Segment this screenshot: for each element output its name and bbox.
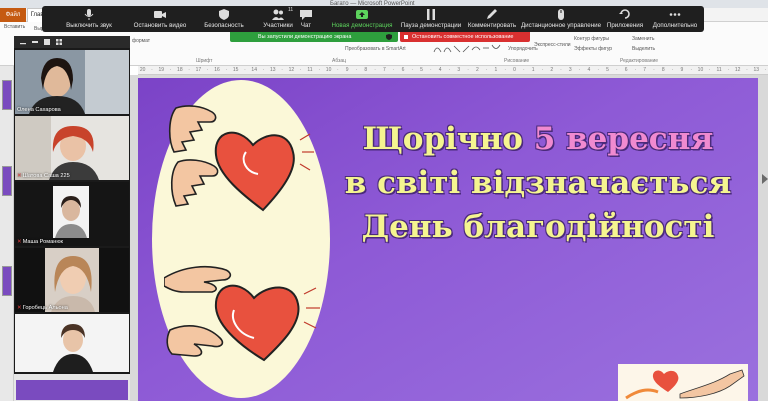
chat-icon — [300, 10, 312, 20]
horizontal-ruler: 20 · 19 · 18 · 17 · 16 · 15 · 14 · 13 · 12 · 11 · 10 · 9 · 8 · 7 · 6… — [138, 66, 768, 75]
slide-thumbnails-pane — [0, 66, 14, 401]
participant-video-tile[interactable]: ✕Маша Романюк — [15, 182, 129, 246]
apps-icon — [619, 9, 630, 19]
participant-video-tile[interactable]: ✕Шатова Саша 225 — [15, 116, 129, 180]
paragraph-group-label: Абзац — [332, 58, 347, 64]
sharing-status-banner: Вы запустили демонстрацию экрана — [230, 32, 398, 42]
participants-video-panel: Олена Сахарова ✕Шатова Саша 225 ✕Маша Ро… — [14, 36, 130, 374]
shapes-gallery-icon[interactable] — [432, 42, 502, 54]
slide-title-line-2: в світі відзначається — [344, 165, 732, 201]
video-camera-icon — [154, 11, 166, 18]
quick-styles-button[interactable]: Экспресс-стили — [534, 42, 571, 48]
single-view-icon[interactable] — [32, 39, 38, 45]
hands-heart-bottom-icon — [164, 265, 320, 362]
microphone-icon — [84, 9, 94, 20]
format-button[interactable]: формат — [132, 38, 150, 44]
slide-thumbnail-strip — [14, 374, 130, 401]
participants-icon — [272, 9, 284, 20]
stop-share-button[interactable]: Остановить совместное использование — [400, 32, 530, 42]
corner-illustration — [618, 364, 748, 401]
participant-video-tile[interactable]: ✕Горобець Альона — [15, 248, 129, 312]
more-dots-icon — [669, 13, 681, 16]
shape-effects-button[interactable]: Эффекты фигур — [574, 46, 612, 52]
strip-view-icon[interactable] — [44, 39, 50, 45]
participant-video — [15, 314, 129, 372]
slide-thumbnail[interactable] — [16, 380, 128, 400]
slide-scroll-arrow-icon[interactable] — [762, 174, 768, 184]
participant-name: ✕Горобець Альона — [17, 305, 68, 311]
participant-name: Олена Сахарова — [17, 107, 61, 113]
security-button[interactable]: Безопасность — [196, 6, 252, 32]
participant-name: ✕Шатова Саша 225 — [17, 173, 70, 179]
tab-file[interactable]: Файл — [0, 8, 26, 22]
stop-icon — [404, 35, 408, 39]
participant-video — [15, 248, 129, 312]
hands-heart-top-icon — [168, 105, 314, 212]
drawing-group-label: Рисование — [504, 58, 530, 64]
pause-icon — [427, 9, 435, 20]
slide-thumbnail[interactable] — [2, 266, 12, 296]
minimize-icon[interactable] — [20, 39, 26, 45]
stop-video-button[interactable]: Остановить видео — [126, 6, 194, 32]
slide-title-part-a: Щорічно — [362, 121, 534, 157]
participant-video — [15, 182, 129, 246]
grid-view-icon[interactable] — [56, 39, 62, 45]
new-share-button[interactable]: Новая демонстрация — [326, 6, 398, 32]
slide-title-line-3: День благодійності — [361, 209, 715, 245]
shield-icon — [219, 9, 229, 20]
annotate-button[interactable]: Комментировать — [462, 6, 522, 32]
hand-heart-corner-icon — [625, 369, 745, 400]
participant-video — [15, 116, 129, 180]
share-screen-icon — [356, 10, 368, 19]
zoom-meeting-toolbar: Выключить звук Остановить видео Безопасн… — [42, 6, 704, 32]
participant-name: ✕Маша Романюк — [17, 239, 63, 245]
slide-title-line-1: Щорічно 5 вересня — [318, 120, 758, 158]
chat-button[interactable]: Чат — [288, 6, 324, 32]
slide-thumbnail[interactable] — [2, 80, 12, 110]
replace-button[interactable]: Заменить — [632, 36, 654, 42]
slide-title-date: 5 вересня — [533, 121, 714, 157]
video-panel-header — [14, 36, 130, 48]
mute-button[interactable]: Выключить звук — [56, 6, 122, 32]
shape-outline-button[interactable]: Контур фигуры — [574, 36, 609, 42]
participant-video-tile[interactable]: Олена Сахарова — [15, 50, 129, 114]
more-button[interactable]: Дополнительно — [648, 6, 702, 32]
shield-icon — [386, 34, 392, 40]
participant-video — [15, 50, 129, 114]
muted-mic-icon: ✕ — [17, 239, 22, 245]
screen: Багато — Microsoft PowerPoint Файл Главн… — [0, 0, 768, 401]
slide-thumbnail[interactable] — [2, 166, 12, 196]
muted-mic-icon: ✕ — [17, 305, 22, 311]
arrange-button[interactable]: Упорядочить — [508, 46, 538, 52]
apps-button[interactable]: Приложения — [602, 6, 648, 32]
pen-icon — [487, 9, 497, 19]
paste-button[interactable]: Вставить — [4, 24, 25, 30]
select-button[interactable]: Выделить — [632, 46, 655, 52]
mouse-icon — [558, 9, 564, 20]
font-group-label: Шрифт — [196, 58, 213, 64]
editing-group-label: Редактирование — [620, 58, 659, 64]
remote-control-button[interactable]: Дистанционное управление — [518, 6, 604, 32]
muted-mic-icon: ✕ — [17, 173, 22, 179]
convert-smartart-button[interactable]: Преобразовать в SmartArt — [345, 46, 406, 52]
participant-video-tile[interactable] — [15, 314, 129, 372]
slide[interactable]: Щорічно 5 вересня в світі відзначається … — [138, 78, 758, 401]
pause-share-button[interactable]: Пауза демонстрации — [396, 6, 466, 32]
